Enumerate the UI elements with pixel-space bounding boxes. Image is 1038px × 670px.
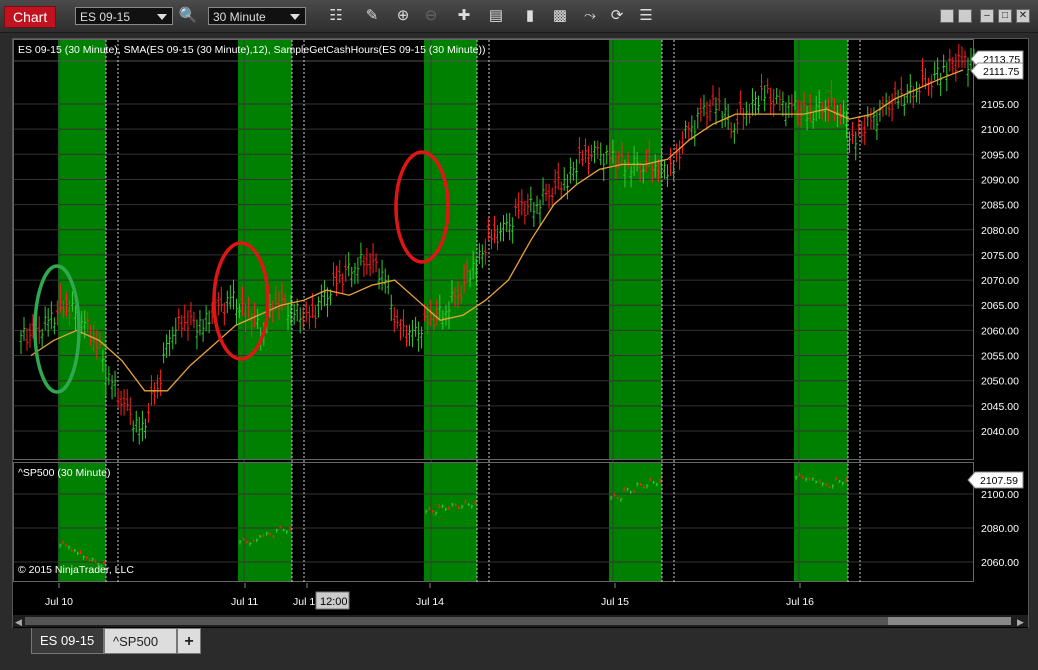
- minimize-icon[interactable]: –: [980, 9, 994, 23]
- sp500-last-price-tag: 2107.59: [967, 471, 1024, 489]
- price-axis-label: 2085.00: [981, 200, 1019, 212]
- price-axis-label: 2045.00: [981, 401, 1019, 413]
- interval-selector[interactable]: 30 Minute: [208, 7, 306, 25]
- cash-session-highlight: [424, 463, 477, 582]
- sp500-last-price-value: 2107.59: [980, 475, 1018, 487]
- price-axis-label: 2095.00: [981, 149, 1019, 161]
- crosshair-icon[interactable]: ✚: [454, 6, 474, 26]
- session-highlights: [58, 40, 848, 582]
- time-axis-label: Jul 15: [601, 596, 629, 608]
- maximize-icon[interactable]: □: [998, 9, 1012, 23]
- chevron-down-icon: [290, 14, 300, 20]
- cash-session-highlight: [58, 40, 106, 460]
- chart-area[interactable]: ES 09-15 (30 Minute), SMA(ES 09-15 (30 M…: [12, 38, 1029, 630]
- order-icon[interactable]: ▩: [550, 6, 570, 26]
- bar-type-icon[interactable]: ▮: [520, 6, 540, 26]
- price-axis-label: 2105.00: [981, 99, 1019, 111]
- tab-es-09-15[interactable]: ES 09-15: [31, 628, 104, 654]
- time-axis: [13, 583, 1028, 613]
- close-icon[interactable]: ✕: [1016, 9, 1030, 23]
- price-axis-label: 2065.00: [981, 300, 1019, 312]
- scrollbar-thumb[interactable]: [888, 617, 1011, 625]
- chevron-down-icon: [157, 14, 167, 20]
- add-tab-button[interactable]: +: [177, 628, 201, 654]
- price-axis: 2105.00 2100.00 2095.00 2090.00 2085.00 2080.…: [981, 99, 1019, 569]
- time-axis-label: Jul 16: [786, 596, 814, 608]
- price-axis-label: 2060.00: [981, 325, 1019, 337]
- tab-sp500[interactable]: ^SP500: [104, 628, 177, 654]
- zoom-in-icon[interactable]: ⊕: [393, 6, 413, 26]
- chart-tabs: ES 09-15 ^SP500 +: [0, 628, 1038, 670]
- price-axis-label: 2090.00: [981, 174, 1019, 186]
- price-chart[interactable]: ES 09-15 (30 Minute), SMA(ES 09-15 (30 M…: [13, 39, 1028, 629]
- sma-price-value: 2111.75: [983, 66, 1020, 78]
- scrollbar-track[interactable]: [25, 617, 1011, 625]
- price-axis-label: 2100.00: [981, 124, 1019, 136]
- price-axis-label: 2080.00: [981, 225, 1019, 237]
- grid-layout-icon[interactable]: [940, 9, 954, 23]
- time-axis-label: Jul 14: [416, 596, 444, 608]
- time-axis-label: Jul 11: [231, 596, 258, 608]
- sp500-axis-label: 2100.00: [981, 489, 1019, 501]
- pencil-icon[interactable]: ✎: [362, 6, 382, 26]
- price-panel-title: ES 09-15 (30 Minute), SMA(ES 09-15 (30 M…: [18, 44, 485, 56]
- cash-session-highlight: [424, 40, 477, 460]
- reload-icon[interactable]: ⟳: [607, 6, 627, 26]
- scroll-left-icon[interactable]: ◀: [15, 617, 22, 627]
- price-axis-label: 2075.00: [981, 250, 1019, 262]
- tile-icon[interactable]: [958, 9, 972, 23]
- search-icon[interactable]: 🔍: [178, 6, 198, 26]
- last-price-tag-2: 2111.75: [970, 62, 1024, 80]
- chart-label[interactable]: Chart: [4, 6, 57, 28]
- instrument-value: ES 09-15: [80, 10, 131, 24]
- scroll-right-icon[interactable]: ▶: [1017, 617, 1024, 627]
- properties-icon[interactable]: ☰: [636, 6, 656, 26]
- time-axis-label: Jul 1: [293, 596, 315, 608]
- session-separators: [105, 40, 861, 582]
- sp500-axis-label: 2080.00: [981, 523, 1019, 535]
- time-axis-label: Jul 10: [45, 596, 73, 608]
- cash-session-highlight: [238, 463, 292, 582]
- price-axis-label: 2070.00: [981, 275, 1019, 287]
- data-box-icon[interactable]: ▤: [486, 6, 506, 26]
- bar-style-icon[interactable]: ☷: [326, 6, 346, 26]
- zoom-out-icon[interactable]: ⊖: [421, 6, 441, 26]
- sp500-axis-label: 2060.00: [981, 557, 1019, 569]
- cash-session-highlight: [609, 463, 662, 582]
- cash-session-highlight: [609, 40, 662, 460]
- price-axis-label: 2050.00: [981, 376, 1019, 388]
- price-axis-label: 2040.00: [981, 426, 1019, 438]
- sp500-panel-title: ^SP500 (30 Minute): [18, 467, 110, 479]
- toolbar: Chart ES 09-15 🔍 30 Minute ☷ ✎ ⊕ ⊖ ✚ ▤ ▮…: [0, 0, 1038, 33]
- cash-session-highlight: [238, 40, 292, 460]
- cursor-time-label: 12:00: [320, 596, 348, 608]
- instrument-selector[interactable]: ES 09-15: [75, 7, 173, 25]
- cash-session-highlight: [794, 40, 848, 460]
- price-axis-label: 2055.00: [981, 351, 1019, 363]
- copyright-text: © 2015 NinjaTrader, LLC: [18, 564, 134, 576]
- interval-value: 30 Minute: [213, 10, 266, 24]
- strategy-icon[interactable]: ⤳: [580, 6, 600, 26]
